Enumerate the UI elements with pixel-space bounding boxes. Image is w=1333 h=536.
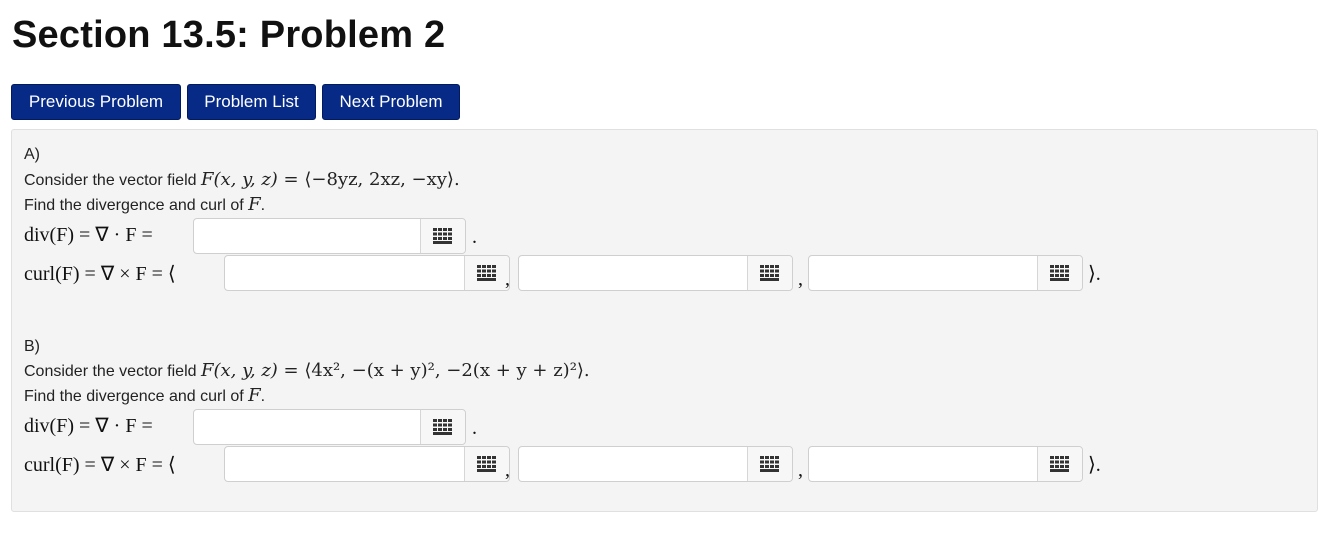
equation-editor-button[interactable] [747,447,792,481]
field-lhs: F(x, y, z) = [200,360,305,381]
grid-keypad-icon [760,456,779,472]
equation-editor-button[interactable] [747,256,792,290]
curl-answer-input-2[interactable] [519,256,748,290]
grid-keypad-icon [1050,265,1069,281]
curl-label: curl(F) = ∇ × F = ⟨ [24,454,176,476]
curl-answer-input-2[interactable] [519,447,748,481]
field-rhs: ⟨−8yz, 2xz, −xy⟩. [304,169,460,190]
div-answer-field [193,409,466,445]
curl-answer-input-3[interactable] [809,447,1038,481]
div-period: . [472,417,477,439]
curl-answer-field-1 [224,255,510,291]
task-statement: Find the divergence and curl of F. [24,385,265,406]
task-var: F [248,194,261,215]
task-statement: Find the divergence and curl of F. [24,194,265,215]
equation-editor-button[interactable] [464,447,509,481]
comma-separator: , [505,459,510,481]
grid-keypad-icon [477,456,496,472]
equation-editor-button[interactable] [420,410,465,444]
field-lhs: F(x, y, z) = [200,169,305,190]
curl-answer-field-3 [808,255,1083,291]
field-statement: Consider the vector field F(x, y, z) = ⟨… [24,169,460,190]
div-answer-input[interactable] [194,219,421,253]
part-label: A) [24,146,40,163]
task-period: . [260,197,266,214]
equation-editor-button[interactable] [1037,447,1082,481]
previous-problem-button[interactable]: Previous Problem [11,84,181,120]
problem-navigation: Previous Problem Problem List Next Probl… [11,84,460,120]
closing-bracket: ⟩. [1088,454,1101,476]
part-label: B) [24,338,40,355]
curl-answer-field-2 [518,446,793,482]
grid-keypad-icon [760,265,779,281]
curl-answer-input-1[interactable] [225,256,465,290]
grid-keypad-icon [1050,456,1069,472]
next-problem-button[interactable]: Next Problem [322,84,460,120]
task-period: . [260,388,266,405]
closing-bracket: ⟩. [1088,263,1101,285]
task-text: Find the divergence and curl of [24,388,249,405]
field-statement: Consider the vector field F(x, y, z) = ⟨… [24,360,590,381]
curl-answer-field-2 [518,255,793,291]
problem-list-button[interactable]: Problem List [187,84,316,120]
equation-editor-button[interactable] [1037,256,1082,290]
page-title: Section 13.5: Problem 2 [12,14,446,56]
comma-separator: , [505,268,510,290]
equation-editor-button[interactable] [464,256,509,290]
div-period: . [472,226,477,248]
comma-separator: , [798,459,803,481]
field-intro: Consider the vector field [24,172,201,189]
div-answer-field [193,218,466,254]
div-answer-input[interactable] [194,410,421,444]
equation-editor-button[interactable] [420,219,465,253]
comma-separator: , [798,268,803,290]
curl-answer-field-1 [224,446,510,482]
field-rhs: ⟨4x², −(x + y)², −2(x + y + z)²⟩. [304,360,590,381]
curl-answer-field-3 [808,446,1083,482]
div-label: div(F) = ∇ · F = [24,224,153,246]
div-label: div(F) = ∇ · F = [24,415,153,437]
curl-answer-input-3[interactable] [809,256,1038,290]
task-var: F [248,385,261,406]
grid-keypad-icon [433,419,452,435]
problem-body: A) Consider the vector field F(x, y, z) … [11,129,1318,512]
curl-label: curl(F) = ∇ × F = ⟨ [24,263,176,285]
field-intro: Consider the vector field [24,363,201,380]
grid-keypad-icon [433,228,452,244]
curl-answer-input-1[interactable] [225,447,465,481]
task-text: Find the divergence and curl of [24,197,249,214]
grid-keypad-icon [477,265,496,281]
